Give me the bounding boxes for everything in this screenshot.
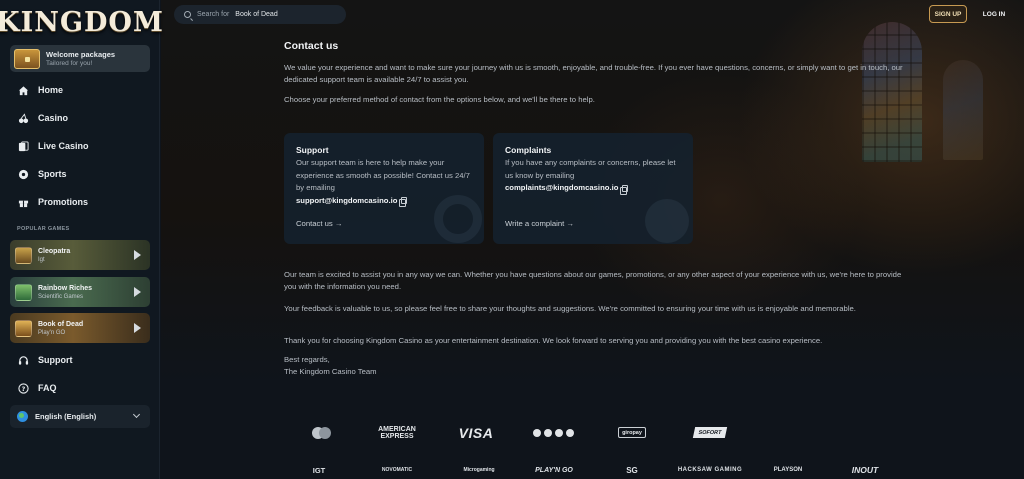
card-title: Support	[296, 145, 329, 155]
popular-game-card[interactable]: Book of Dead Play'n GO	[10, 313, 150, 343]
assist-paragraph: Our team is excited to assist you in any…	[284, 270, 902, 291]
svg-text:?: ?	[22, 384, 26, 392]
card-title: Complaints	[505, 145, 552, 155]
sidebar-item-promotions[interactable]: Promotions	[0, 188, 160, 216]
game-providers: IGT NOVOMATIC Microgaming PLAY'N GO SG H…	[300, 462, 900, 479]
feedback-paragraph: Your feedback is valuable to us, so plea…	[284, 304, 856, 313]
sidebar-nav: Home Casino Live Casino Sports Promotion…	[0, 76, 160, 216]
hacksaw-logo: HACKSAW GAMING	[677, 467, 743, 473]
page-title: Contact us	[284, 40, 339, 52]
copy-icon[interactable]	[399, 197, 408, 208]
language-selector[interactable]: English (English)	[10, 405, 150, 428]
headset-icon	[18, 355, 29, 366]
play-icon[interactable]	[134, 323, 141, 333]
search-input[interactable]: Search for Book of Dead	[174, 5, 346, 24]
copy-icon[interactable]	[620, 184, 629, 195]
search-icon	[184, 11, 191, 18]
inout-logo: INOUT	[851, 465, 879, 475]
kingdom-logo[interactable]: KINGDOM	[0, 4, 163, 40]
cards-icon	[18, 140, 29, 152]
sidebar-item-label: Sports	[38, 169, 67, 179]
sidebar-item-label: Promotions	[38, 197, 89, 207]
sidebar-item-casino[interactable]: Casino	[0, 104, 160, 132]
help-circle-icon: ?	[18, 382, 29, 394]
chevron-down-icon	[132, 410, 141, 419]
complaints-card: Complaints If you have any complaints or…	[493, 133, 693, 244]
sad-face-watermark-icon	[645, 199, 689, 243]
sidebar-item-label: Home	[38, 85, 64, 95]
cherries-icon	[18, 112, 29, 124]
globe-icon	[17, 411, 28, 422]
language-label: English (English)	[35, 412, 97, 421]
amex-logo: AMERICAN EXPRESS	[378, 426, 416, 440]
write-complaint-link[interactable]: Write a complaint →	[505, 219, 574, 228]
email-text: support@kingdomcasino.io	[296, 195, 398, 205]
sidebar-item-home[interactable]: Home	[0, 76, 160, 104]
sidebar-item-label: FAQ	[38, 383, 57, 393]
page: KINGDOM Welcome packages Tailored for yo…	[0, 0, 1024, 479]
play-icon[interactable]	[134, 287, 141, 297]
card-text: Our support team is here to help make yo…	[296, 158, 470, 192]
support-watermark-icon	[434, 195, 482, 243]
card-text: If you have any complaints or concerns, …	[505, 158, 676, 180]
sidebar-help-nav: Support ? FAQ	[0, 346, 160, 402]
sidebar-item-live-casino[interactable]: Live Casino	[0, 132, 160, 160]
playson-logo: PLAYSON	[773, 467, 803, 473]
sidebar-item-label: Casino	[38, 113, 69, 123]
sidebar-item-label: Support	[38, 355, 73, 365]
game-provider: Play'n GO	[38, 329, 66, 336]
microgaming-logo: Microgaming	[463, 467, 495, 473]
playngo-logo: PLAY'N GO	[535, 466, 573, 474]
game-thumbnail	[15, 246, 32, 264]
sofort-logo: SOFORT	[692, 427, 728, 438]
intro-paragraph: We value your experience and want to mak…	[284, 63, 903, 84]
sign-off-name: The Kingdom Casino Team	[284, 367, 377, 376]
sidebar-item-faq[interactable]: ? FAQ	[0, 374, 160, 402]
home-icon	[18, 85, 29, 96]
sidebar-item-support[interactable]: Support	[0, 346, 160, 374]
gift-icon	[18, 197, 29, 208]
treasure-chest-icon	[14, 48, 40, 69]
welcome-subtitle: Tailored for you!	[46, 59, 93, 67]
choose-paragraph: Choose your preferred method of contact …	[284, 95, 595, 104]
sign-up-button[interactable]: SIGN UP	[929, 5, 967, 23]
welcome-title: Welcome packages	[46, 49, 116, 59]
sidebar-item-label: Live Casino	[38, 141, 89, 151]
contact-section: Contact us	[284, 40, 904, 62]
visa-logo: VISA	[458, 425, 494, 441]
welcome-packages-banner[interactable]: Welcome packages Tailored for you!	[10, 45, 150, 72]
game-thumbnail	[15, 319, 32, 337]
dotpay-logo	[530, 424, 576, 442]
stained-glass-window-small	[943, 60, 983, 160]
sidebar: KINGDOM Welcome packages Tailored for yo…	[0, 0, 163, 479]
game-provider: Scientific Games	[38, 293, 84, 300]
game-thumbnail	[15, 283, 32, 301]
popular-games-heading: POPULAR GAMES	[17, 226, 70, 232]
sidebar-item-sports[interactable]: Sports	[0, 160, 160, 188]
game-name: Cleopatra	[38, 247, 71, 255]
igt-logo: IGT	[312, 465, 326, 475]
search-placeholder: Search for	[197, 11, 230, 18]
giropay-logo: giropay	[618, 427, 646, 438]
thanks-paragraph: Thank you for choosing Kingdom Casino as…	[284, 336, 823, 345]
game-name: Rainbow Riches	[38, 284, 93, 292]
novomatic-logo: NOVOMATIC	[381, 467, 413, 473]
payment-methods: AMERICAN EXPRESS VISA giropay SOFORT	[300, 424, 740, 442]
support-card: Support Our support team is here to help…	[284, 133, 484, 244]
popular-game-card[interactable]: Rainbow Riches Scientific Games	[10, 277, 150, 307]
sg-logo: SG	[626, 465, 638, 475]
complaints-email[interactable]: complaints@kingdomcasino.io	[505, 182, 681, 195]
sign-off-greeting: Best regards,	[284, 355, 330, 364]
mastercard-logo	[310, 424, 332, 442]
ball-icon	[18, 169, 29, 180]
popular-game-card[interactable]: Cleopatra Igt	[10, 240, 150, 270]
contact-us-link[interactable]: Contact us →	[296, 219, 343, 228]
sign-off: Best regards, The Kingdom Casino Team	[284, 354, 584, 378]
email-text: complaints@kingdomcasino.io	[505, 183, 619, 192]
game-name: Book of Dead	[38, 320, 84, 328]
game-provider: Igt	[38, 256, 45, 263]
log-in-button[interactable]: LOG IN	[975, 5, 1013, 23]
search-query: Book of Dead	[235, 11, 278, 18]
play-icon[interactable]	[134, 250, 141, 260]
